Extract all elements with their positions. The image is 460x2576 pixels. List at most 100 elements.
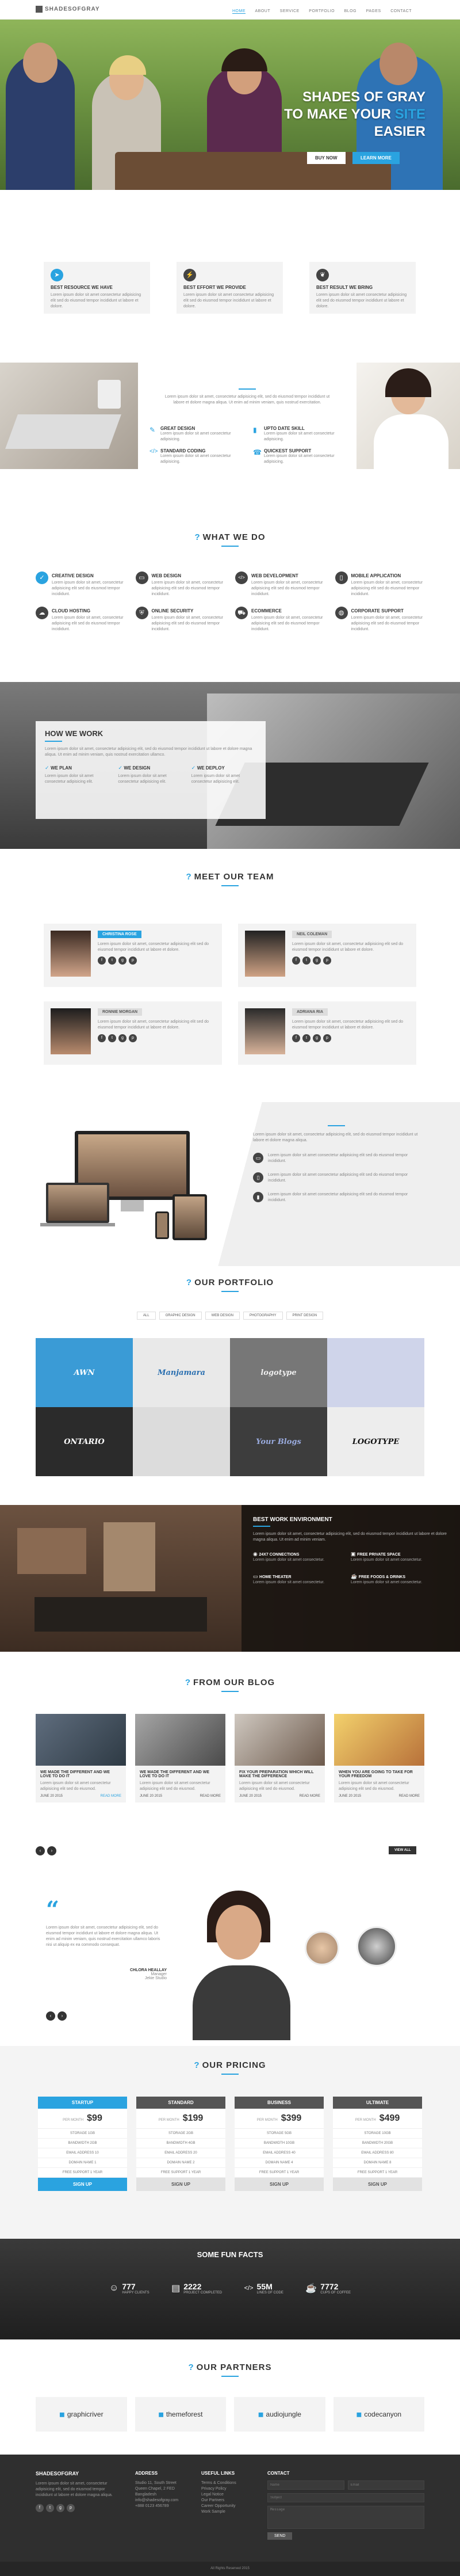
footer-link[interactable]: Legal Notice xyxy=(201,2492,264,2498)
portfolio-item[interactable] xyxy=(133,1407,230,1476)
service-web-design: ▭ WEB DESIGN Lorem ipsum dolor sit amet, c… xyxy=(135,571,228,597)
google-plus-icon[interactable]: g xyxy=(56,2504,64,2512)
logo[interactable]: SHADESOFGRAY xyxy=(36,6,100,13)
filter-graphic-design[interactable]: GRAPHIC DESIGN xyxy=(159,1312,202,1320)
facebook-icon[interactable]: f xyxy=(292,957,300,965)
blog-post[interactable]: WHEN YOU ARE GOING TO TAKE FOR YOUR FREE… xyxy=(334,1714,424,1803)
email-field[interactable] xyxy=(347,2480,424,2490)
twitter-icon[interactable]: t xyxy=(108,1034,116,1042)
nav-pages[interactable]: PAGES xyxy=(366,9,381,13)
next-arrow-icon[interactable]: › xyxy=(47,1846,56,1855)
step-design: ✓ WE DESIGN Lorem ipsum dolor sit amet co… xyxy=(118,765,167,784)
partner-logo[interactable]: ◼ audiojungle xyxy=(234,2397,325,2432)
facebook-icon[interactable]: f xyxy=(98,1034,106,1042)
portfolio-item[interactable]: LOGOTYPE xyxy=(327,1407,424,1476)
quote-icon: “ xyxy=(46,1896,60,1923)
sign-up-button[interactable]: SIGN UP xyxy=(136,2178,225,2191)
nav-blog[interactable]: BLOG xyxy=(344,9,356,13)
partner-logo[interactable]: ◼ codecanyon xyxy=(333,2397,424,2432)
footer-link[interactable]: Work Sample xyxy=(201,2509,264,2515)
wifi-icon: ◉ xyxy=(253,1551,258,1557)
plan-price: $399 xyxy=(281,2113,302,2123)
read-more-link[interactable]: READ MORE xyxy=(300,1794,320,1798)
blog-post[interactable]: WE MADE THE DIFFERENT AND WE LOVE TO DO … xyxy=(36,1714,126,1803)
footer-link[interactable]: Terms & Conditions xyxy=(201,2480,264,2486)
subject-field[interactable] xyxy=(267,2493,424,2502)
buy-now-button[interactable]: BUY NOW xyxy=(307,152,346,164)
plan-price: $499 xyxy=(379,2113,400,2123)
read-more-link[interactable]: READ MORE xyxy=(200,1794,221,1798)
pinterest-icon[interactable]: p xyxy=(129,957,137,965)
read-more-link[interactable]: READ MORE xyxy=(399,1794,420,1798)
environment-section: BEST WORK ENVIRONMENT Lorem ipsum dolor … xyxy=(0,1505,460,1652)
portfolio-item[interactable]: Your Blogs xyxy=(230,1407,327,1476)
next-arrow-icon[interactable]: › xyxy=(57,2011,67,2021)
plan-feature: DOMAIN NAME 2 xyxy=(136,2158,225,2168)
plan-feature: BANDWIDTH 20GB xyxy=(333,2139,422,2148)
plan-feature: STORAGE 2GB xyxy=(136,2129,225,2139)
partner-logo[interactable]: ◼ graphicriver xyxy=(36,2397,127,2432)
prev-arrow-icon[interactable]: ‹ xyxy=(46,2011,55,2021)
nav-home[interactable]: HOME xyxy=(232,9,246,14)
portfolio-item[interactable] xyxy=(327,1338,424,1407)
twitter-icon[interactable]: t xyxy=(302,1034,310,1042)
footer-logo[interactable]: SHADESOFGRAY xyxy=(36,2471,122,2476)
view-all-button[interactable]: VIEW ALL xyxy=(389,1846,417,1854)
desktop-icon: ▭ xyxy=(253,1153,263,1163)
facebook-icon[interactable]: f xyxy=(98,957,106,965)
sign-up-button[interactable]: SIGN UP xyxy=(38,2178,127,2191)
pinterest-icon[interactable]: p xyxy=(129,1034,137,1042)
plan-price: $199 xyxy=(182,2113,204,2123)
portfolio-item[interactable]: AWN xyxy=(36,1338,133,1407)
plan-price: $99 xyxy=(87,2113,102,2123)
globe-icon: ◍ xyxy=(335,607,348,619)
partner-logo[interactable]: ◼ themeforest xyxy=(135,2397,226,2432)
section-title-blog: ? FROM OUR BLOG xyxy=(0,1678,460,1692)
google-plus-icon[interactable]: g xyxy=(313,957,321,965)
name-field[interactable] xyxy=(267,2480,344,2490)
facebook-icon[interactable]: f xyxy=(36,2504,44,2512)
message-field[interactable] xyxy=(267,2506,424,2529)
google-plus-icon[interactable]: g xyxy=(118,957,126,965)
pinterest-icon[interactable]: p xyxy=(67,2504,75,2512)
filter-photography[interactable]: PHOTOGRAPHY xyxy=(243,1312,283,1320)
avatar[interactable] xyxy=(305,1931,339,1965)
mobile-icon: ▮ xyxy=(253,1192,263,1202)
footer-link[interactable]: Our Partners xyxy=(201,2498,264,2503)
nav-about[interactable]: ABOUT xyxy=(255,9,271,13)
twitter-icon[interactable]: t xyxy=(46,2504,54,2512)
filter-print-design[interactable]: PRINT DESIGN xyxy=(286,1312,324,1320)
footer-link[interactable]: Privacy Policy xyxy=(201,2486,264,2492)
facebook-icon[interactable]: f xyxy=(292,1034,300,1042)
blog-post[interactable]: FIX YOUR PREPARATION WHICH WILL MAKE THE… xyxy=(235,1714,325,1803)
prev-arrow-icon[interactable]: ‹ xyxy=(36,1846,45,1855)
send-button[interactable]: SEND xyxy=(267,2532,293,2540)
plan-feature: BANDWIDTH 2GB xyxy=(38,2139,127,2148)
nav-service[interactable]: SERVICE xyxy=(280,9,300,13)
partners-section: ? OUR PARTNERS ◼ graphicriver ◼ themeforest… xyxy=(0,2339,460,2455)
env-item-home-theater: ▭ HOME THEATER Lorem ipsum dolor sit amet… xyxy=(253,1573,325,1584)
pinterest-icon[interactable]: p xyxy=(323,1034,331,1042)
twitter-icon[interactable]: t xyxy=(108,957,116,965)
logo-icon xyxy=(36,6,43,13)
keyboard-photo xyxy=(0,363,138,469)
portfolio-item[interactable]: logotype xyxy=(230,1338,327,1407)
portfolio-item[interactable]: Manjamara xyxy=(133,1338,230,1407)
portfolio-item[interactable]: ONTARIO xyxy=(36,1407,133,1476)
read-more-link[interactable]: READ MORE xyxy=(101,1794,121,1798)
sign-up-button[interactable]: SIGN UP xyxy=(235,2178,324,2191)
pinterest-icon[interactable]: p xyxy=(323,957,331,965)
service-corporate-support: ◍ CORPORATE SUPPORT Lorem ipsum dolor sit … xyxy=(335,607,427,632)
filter-web-design[interactable]: WEB DESIGN xyxy=(205,1312,240,1320)
filter-all[interactable]: ALL xyxy=(136,1312,156,1320)
blog-post[interactable]: WE MADE THE DIFFERENT AND WE LOVE TO DO … xyxy=(135,1714,225,1803)
avatar[interactable] xyxy=(356,1926,397,1967)
nav-portfolio[interactable]: PORTFOLIO xyxy=(309,9,335,13)
sign-up-button[interactable]: SIGN UP xyxy=(333,2178,422,2191)
google-plus-icon[interactable]: g xyxy=(118,1034,126,1042)
footer-link[interactable]: Career Opportunity xyxy=(201,2503,264,2509)
learn-more-button[interactable]: LEARN MORE xyxy=(352,152,400,164)
nav-contact[interactable]: CONTACT xyxy=(390,9,412,13)
twitter-icon[interactable]: t xyxy=(302,957,310,965)
google-plus-icon[interactable]: g xyxy=(313,1034,321,1042)
